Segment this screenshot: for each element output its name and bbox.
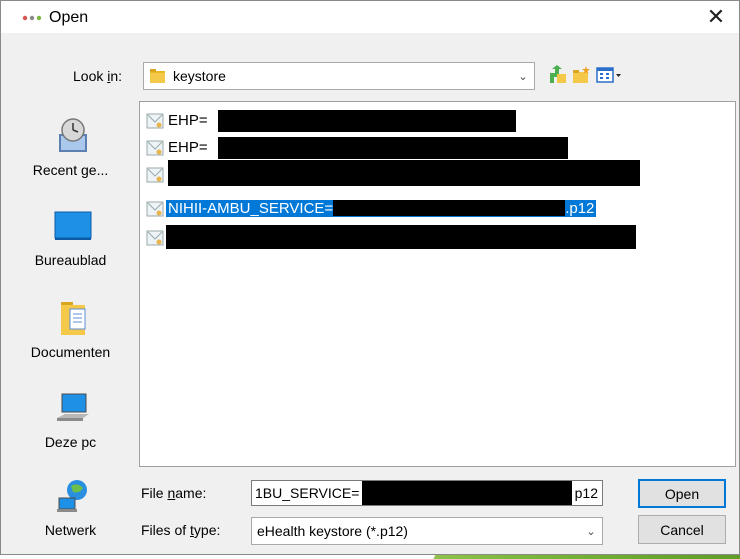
app-dots-icon bbox=[22, 15, 42, 21]
view-menu-icon[interactable] bbox=[596, 65, 622, 85]
place-label: Netwerk bbox=[44, 522, 97, 538]
redaction-bar bbox=[218, 137, 568, 159]
certificate-file-icon bbox=[146, 201, 164, 217]
this-pc-icon bbox=[57, 393, 89, 421]
file-name-suffix: p12 bbox=[574, 485, 598, 501]
certificate-file-icon bbox=[146, 230, 164, 246]
desktop-icon bbox=[54, 211, 92, 240]
open-button[interactable]: Open bbox=[638, 479, 726, 508]
redaction-bar bbox=[168, 160, 640, 186]
close-button[interactable]: ✕ bbox=[693, 1, 739, 33]
chevron-down-icon: ⌄ bbox=[586, 525, 596, 538]
file-name: EHP= bbox=[168, 139, 208, 156]
file-name: EHP= bbox=[168, 112, 208, 129]
file-type-dropdown[interactable]: eHealth keystore (*.p12) ⌄ bbox=[251, 517, 603, 545]
certificate-file-icon bbox=[146, 113, 164, 129]
redaction-bar bbox=[333, 200, 566, 216]
place-this-pc[interactable]: Deze pc bbox=[8, 376, 133, 462]
redaction-bar bbox=[218, 110, 516, 132]
place-recent[interactable]: Recent ge... bbox=[8, 104, 133, 190]
place-label: Deze pc bbox=[44, 434, 97, 450]
place-network[interactable]: Netwerk bbox=[8, 464, 133, 550]
cancel-button[interactable]: Cancel bbox=[638, 515, 726, 544]
file-type-value: eHealth keystore (*.p12) bbox=[257, 523, 408, 539]
open-file-dialog: Open ✕ Look in: keystore ⌄ Recent ge... … bbox=[0, 0, 740, 555]
documents-icon bbox=[61, 302, 86, 335]
places-bar: Recent ge... Bureaublad Documenten Deze … bbox=[8, 104, 133, 544]
title-bar: Open ✕ bbox=[1, 1, 739, 33]
file-list[interactable]: EHP= EHP= NIHII-AMBU_SERVICE= .p12 bbox=[139, 101, 736, 467]
redaction-bar bbox=[166, 225, 636, 249]
close-icon: ✕ bbox=[706, 4, 726, 29]
network-icon bbox=[57, 480, 87, 512]
certificate-file-icon bbox=[146, 167, 164, 183]
file-name-field[interactable]: 1BU_SERVICE= p12 bbox=[251, 480, 603, 506]
redaction-bar bbox=[362, 481, 572, 505]
file-name-label: File name: bbox=[141, 485, 207, 501]
recent-places-icon bbox=[59, 118, 87, 152]
look-in-dropdown[interactable]: keystore ⌄ bbox=[143, 62, 535, 90]
place-label: Recent ge... bbox=[32, 162, 109, 178]
place-documents[interactable]: Documenten bbox=[8, 286, 133, 372]
look-in-value: keystore bbox=[173, 68, 226, 84]
look-in-label: Look in: bbox=[73, 68, 123, 84]
up-folder-icon[interactable] bbox=[547, 65, 567, 85]
file-type-label: Files of type: bbox=[141, 522, 221, 538]
new-folder-icon[interactable] bbox=[571, 65, 591, 85]
place-label: Documenten bbox=[30, 344, 111, 360]
chevron-down-icon: ⌄ bbox=[518, 70, 528, 83]
folder-icon bbox=[150, 69, 165, 83]
file-name-value: 1BU_SERVICE= bbox=[255, 485, 360, 501]
certificate-file-icon bbox=[146, 140, 164, 156]
place-desktop[interactable]: Bureaublad bbox=[8, 194, 133, 280]
dialog-title: Open bbox=[49, 9, 89, 26]
place-label: Bureaublad bbox=[34, 252, 107, 268]
file-name: NIHII-AMBU_SERVICE= .p12 bbox=[166, 200, 597, 217]
